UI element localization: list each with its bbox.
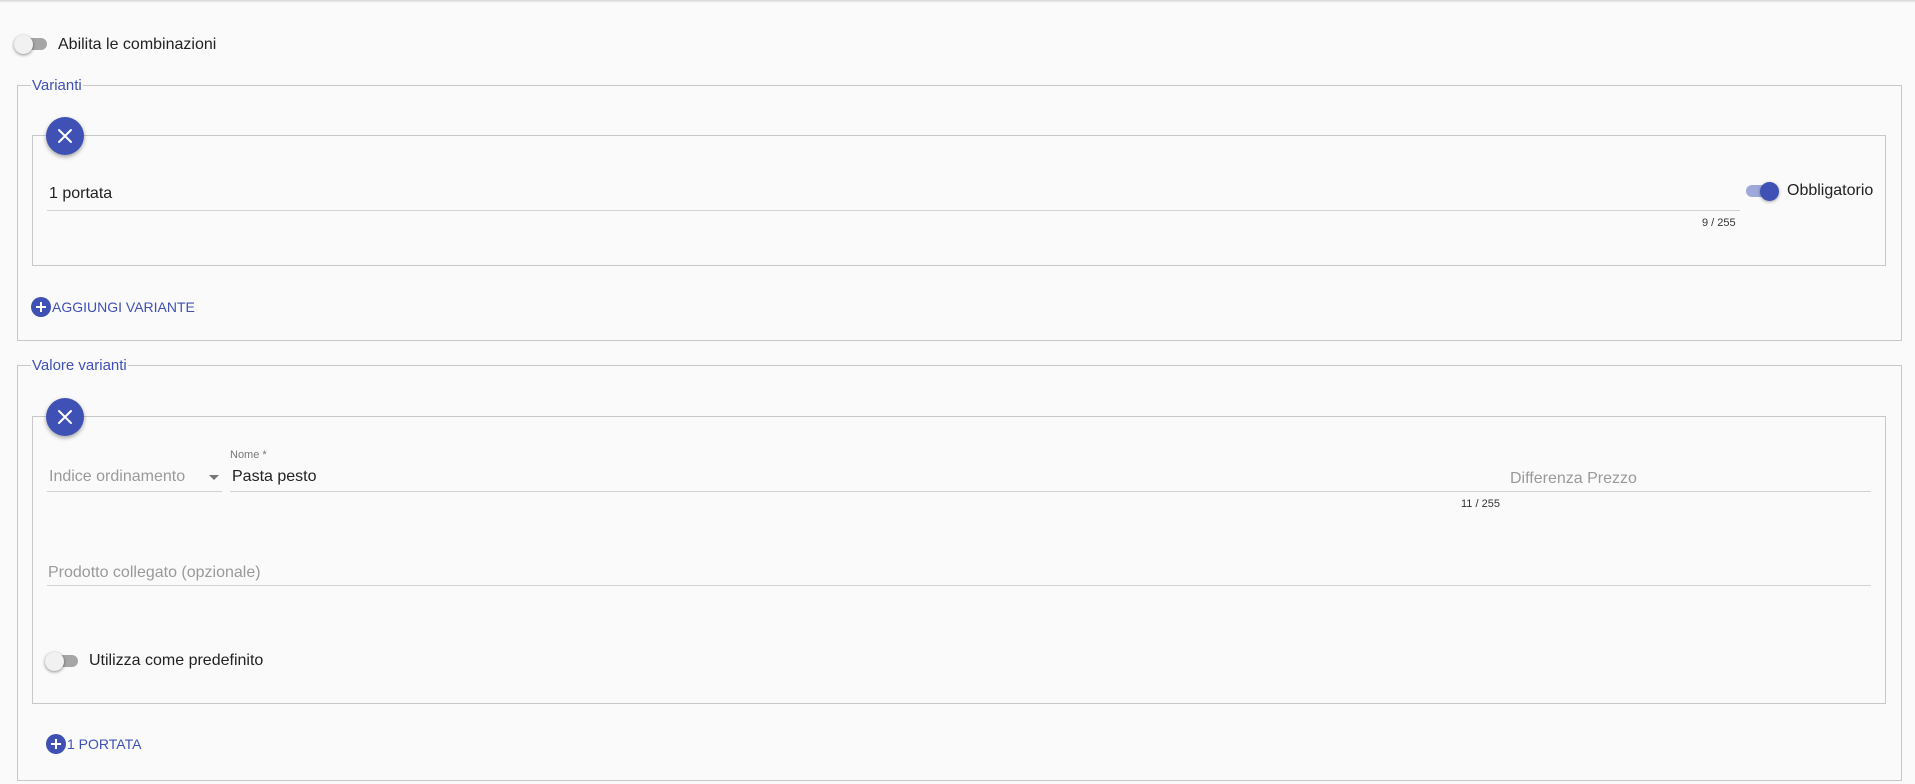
toggle-thumb[interactable]	[14, 35, 33, 54]
close-icon	[58, 129, 72, 143]
plus-circle-icon	[46, 734, 66, 754]
value-name-counter: 11 / 255	[1461, 498, 1500, 510]
sort-index-select[interactable]: Indice ordinamento	[49, 468, 185, 486]
value-name-underline	[230, 491, 1871, 492]
toggle-thumb[interactable]	[1760, 182, 1779, 201]
value-name-input[interactable]: Pasta pesto	[232, 468, 317, 486]
use-as-default-label: Utilizza come predefinito	[89, 652, 264, 669]
remove-variant-button[interactable]	[46, 117, 84, 155]
add-variant-value-label: 1 PORTATA	[67, 736, 142, 752]
variant-value-card	[32, 416, 1886, 704]
variant-name-counter: 9 / 255	[1702, 217, 1736, 229]
sort-index-underline	[47, 491, 222, 492]
add-variant-button[interactable]: AGGIUNGI VARIANTE	[31, 297, 195, 317]
mandatory-toggle[interactable]	[1743, 181, 1779, 201]
add-variant-value-button[interactable]: 1 PORTATA	[46, 734, 141, 754]
variant-card	[32, 135, 1886, 266]
mandatory-label: Obbligatorio	[1787, 182, 1874, 199]
add-variant-label: AGGIUNGI VARIANTE	[52, 299, 195, 315]
linked-product-input[interactable]: Prodotto collegato (opzionale)	[48, 564, 261, 582]
close-icon	[58, 410, 72, 424]
chevron-down-icon[interactable]	[209, 475, 219, 480]
use-as-default-toggle[interactable]	[45, 651, 81, 671]
remove-variant-value-button[interactable]	[46, 398, 84, 436]
toggle-thumb[interactable]	[45, 652, 64, 671]
variant-name-input[interactable]: 1 portata	[49, 185, 112, 203]
plus-circle-icon	[31, 297, 51, 317]
enable-combinations-toggle[interactable]	[14, 34, 50, 54]
price-difference-input[interactable]: Differenza Prezzo	[1510, 470, 1637, 488]
variant-name-underline	[47, 210, 1740, 211]
linked-product-underline	[47, 585, 1871, 586]
variant-values-legend: Valore varianti	[32, 357, 127, 374]
name-field-label: Nome *	[230, 449, 267, 461]
top-shadow	[0, 0, 1915, 3]
variants-legend: Varianti	[32, 77, 82, 94]
enable-combinations-label: Abilita le combinazioni	[58, 36, 217, 53]
